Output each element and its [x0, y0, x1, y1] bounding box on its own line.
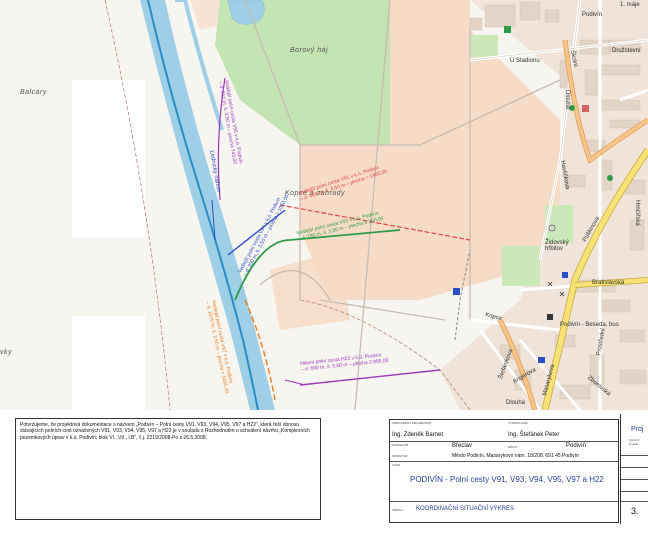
project-title: PODIVÍN - Polní cesty V91, V93, V94, V95…: [410, 475, 604, 484]
drawing-title: KOORDINAČNÍ SITUAČNÍ VÝKRES: [416, 506, 515, 512]
label-office: KANCELÁŘ: [392, 443, 409, 447]
investor-value: Město Podivín, Masarykovo nám. 18/208, 6…: [452, 453, 579, 459]
street-bus-stop: Podivín - Beseda, bus: [560, 322, 619, 328]
sheet-number: 3.: [631, 506, 639, 516]
drew-name: Ing. Štefánek Peter: [508, 432, 560, 438]
label-place: MÍSTO: [508, 445, 518, 449]
place-value: Podivín: [566, 443, 587, 449]
street-dlouha-north: Dlouhá: [564, 90, 570, 110]
project-stage-label: Proj: [631, 426, 644, 433]
street-hrncirska: Hrnčířská: [634, 200, 640, 226]
responsible-name: Ing. Zdeněk Barnet: [392, 432, 444, 438]
street-1-maje: 1. máje: [620, 2, 640, 8]
street-zidovsky-hrbitov: Židovský hřbitov: [545, 240, 569, 252]
place-borovy-haj: Borový háj: [290, 47, 329, 54]
label-drew: VYPRACOVAL: [508, 421, 529, 425]
sheet-number-column: Proj Výrobní projekt 3.: [620, 414, 648, 524]
approval-notice: Potvrzujeme, že projektová dokumentace s…: [15, 418, 321, 520]
street-druzstevni: Družstevní: [612, 48, 641, 54]
street-podivin: Podivín: [582, 12, 603, 18]
project-stage-small: Výrobní projekt: [629, 438, 640, 446]
title-block: ODPOVĚDNÝ PROJEKTANT Ing. Zdeněk Barnet …: [389, 419, 619, 523]
office-value: Břeclav: [452, 443, 473, 449]
title-row-persons: ODPOVĚDNÝ PROJEKTANT Ing. Zdeněk Barnet …: [390, 420, 618, 442]
street-bratislavska: Bratislavská: [592, 280, 625, 286]
approval-notice-text: Potvrzujeme, že projektová dokumentace s…: [20, 422, 310, 441]
title-row-office: KANCELÁŘ Břeclav MÍSTO Podivín INVESTOR …: [390, 442, 618, 462]
place-balcary: Balcary: [20, 89, 47, 96]
label-responsible: ODPOVĚDNÝ PROJEKTANT: [392, 421, 432, 425]
place-vky: vky: [0, 349, 12, 356]
street-dlouha: Dlouhá: [506, 400, 526, 406]
title-row-project: AKCE PODIVÍN - Polní cesty V91, V93, V94…: [390, 462, 618, 502]
label-stage: AKCE: [392, 463, 401, 467]
map-canvas: [0, 0, 648, 410]
title-row-content: OBSAH KOORDINAČNÍ SITUAČNÍ VÝKRES: [390, 502, 618, 524]
label-content: OBSAH: [392, 508, 403, 512]
street-u-stadionu: U Stadionu: [510, 58, 540, 64]
map-view[interactable]: Balcary Borový háj Kopce a zahrady vky U…: [0, 0, 648, 410]
label-investor: INVESTOR: [392, 454, 408, 458]
